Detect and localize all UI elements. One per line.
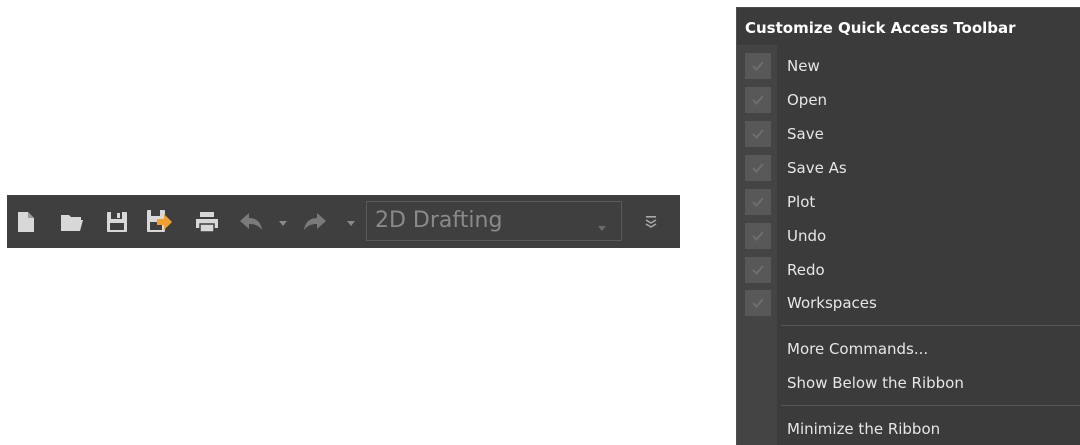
menu-item-label: Save [787,125,824,143]
menu-item-label: Save As [787,159,847,177]
menu-item-label: New [787,57,820,75]
menu-item-label: Plot [787,193,816,211]
menu-item-new[interactable]: New [737,48,1080,82]
menu-item-label: Undo [787,227,827,245]
redo-dropdown[interactable] [345,213,357,231]
checkmark-icon [745,257,771,283]
save-as-button[interactable] [144,207,174,237]
checkmark-icon [745,223,771,249]
redo-arrow-icon [302,211,328,233]
new-button[interactable] [11,207,41,237]
menu-item-label: Show Below the Ribbon [787,374,964,392]
plot-button[interactable] [192,207,222,237]
menu-item-minimize-ribbon[interactable]: Minimize the Ribbon [737,411,1080,445]
printer-icon [194,210,220,234]
undo-dropdown[interactable] [277,213,289,231]
save-as-icon [145,208,173,236]
menu-item-label: Minimize the Ribbon [787,420,941,438]
open-button[interactable] [57,207,87,237]
save-button[interactable] [102,207,132,237]
checkmark-icon [745,155,771,181]
menu-item-label: Workspaces [787,294,877,312]
menu-item-label: Open [787,91,828,109]
customize-toolbar-menu: Customize Quick Access Toolbar New Open … [736,7,1080,445]
menu-item-plot[interactable]: Plot [737,184,1080,218]
new-document-icon [15,210,37,234]
open-folder-icon [59,211,85,233]
redo-button[interactable] [300,207,330,237]
menu-item-label: More Commands... [787,340,929,358]
chevron-down-icon [278,213,288,232]
menu-item-workspaces[interactable]: Workspaces [737,285,1080,319]
menu-item-open[interactable]: Open [737,82,1080,116]
customize-chevron-icon [645,213,657,232]
menu-item-save[interactable]: Save [737,116,1080,150]
undo-arrow-icon [238,211,264,233]
menu-divider [781,325,1080,326]
workspace-value: 2D Drafting [375,208,503,233]
menu-item-more-commands[interactable]: More Commands... [737,331,1080,365]
checkmark-icon [745,290,771,316]
customize-toolbar-button[interactable] [641,211,661,233]
chevron-down-icon [597,218,607,237]
checkmark-icon [745,53,771,79]
save-icon [105,210,129,234]
menu-item-save-as[interactable]: Save As [737,150,1080,184]
workspace-select[interactable]: 2D Drafting [366,201,622,241]
chevron-down-icon [346,213,356,232]
undo-button[interactable] [236,207,266,237]
checkmark-icon [745,87,771,113]
menu-title: Customize Quick Access Toolbar [745,19,1016,37]
menu-item-undo[interactable]: Undo [737,218,1080,252]
menu-item-label: Redo [787,261,825,279]
checkmark-icon [745,121,771,147]
stage: 2D Drafting Customize Quick Access Toolb… [0,0,1080,445]
quick-access-toolbar: 2D Drafting [7,195,680,248]
menu-item-show-below-ribbon[interactable]: Show Below the Ribbon [737,365,1080,399]
menu-divider [781,405,1080,406]
menu-item-redo[interactable]: Redo [737,252,1080,286]
checkmark-icon [745,189,771,215]
